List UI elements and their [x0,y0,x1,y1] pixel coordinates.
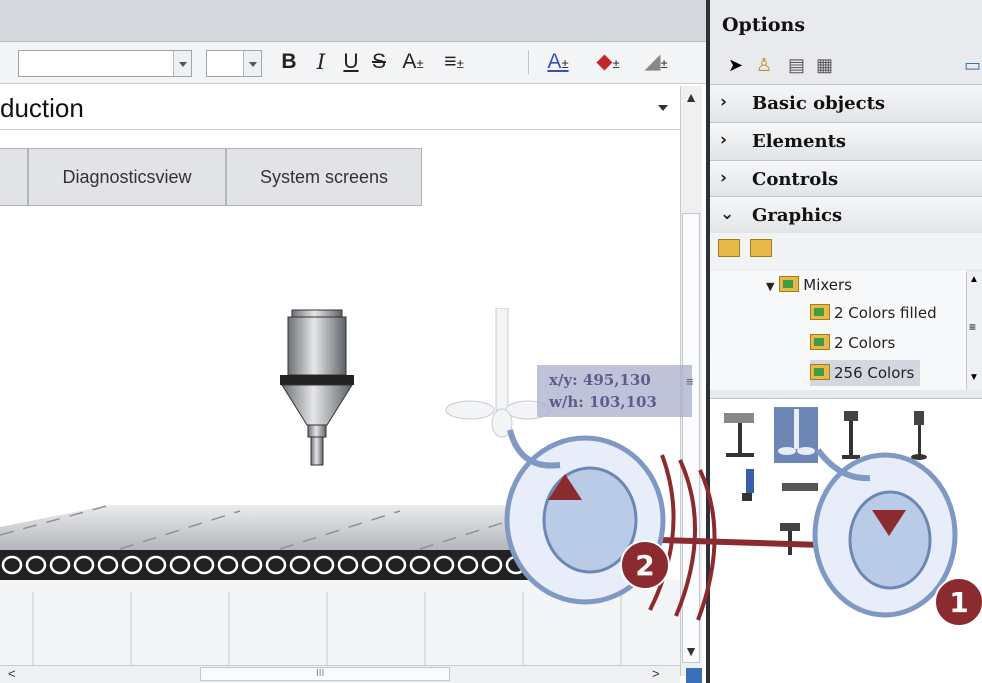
mouse-callout-1 [812,448,958,618]
step-badge-2: 2 [620,540,670,590]
step-badge-1: 1 [934,577,982,627]
callout-overlay [504,429,958,621]
